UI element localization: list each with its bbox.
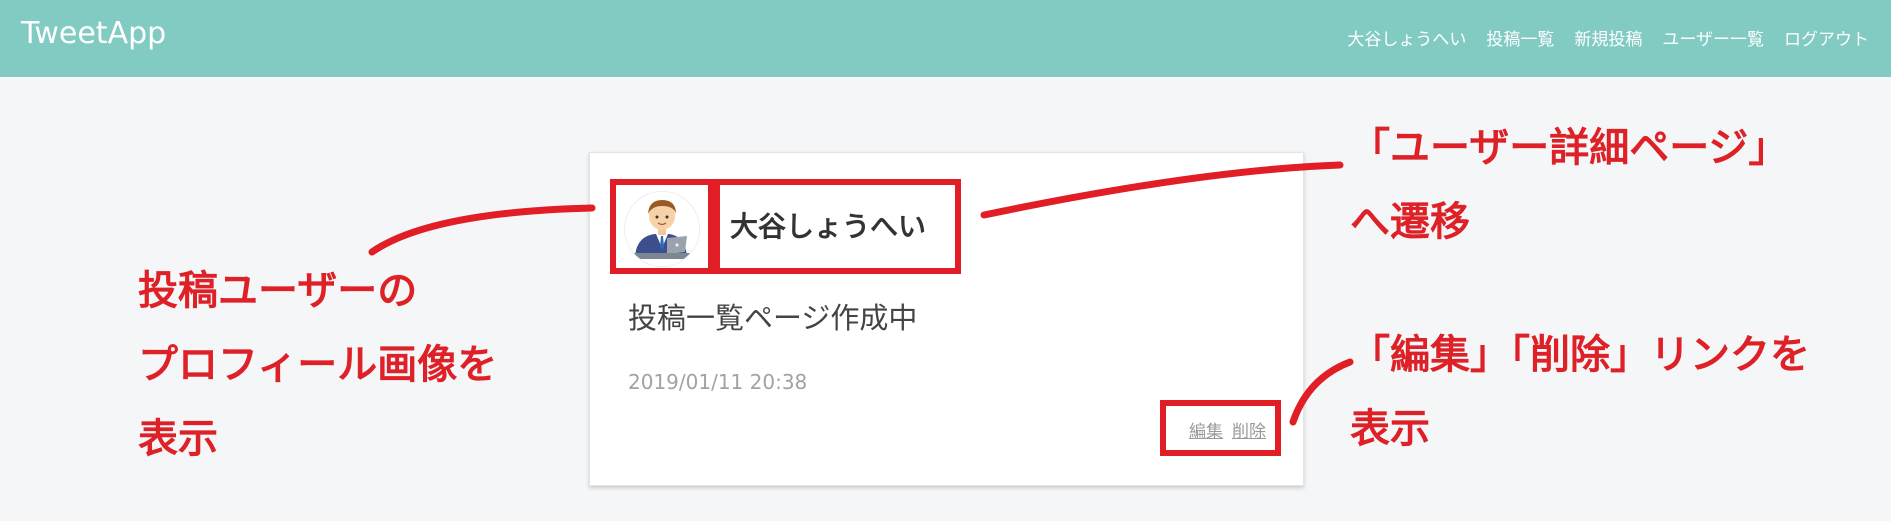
annotation-bottom-right-line-1: 「編集」「削除」リンクを [1350, 332, 1810, 378]
annotation-bottom-right-line-2: 表示 [1350, 406, 1430, 452]
annotation-left-line-1: 投稿ユーザーの [138, 268, 418, 314]
annotation-left-line-3: 表示 [138, 416, 218, 462]
annotation-bottom-right: 「編集」「削除」リンクを 表示 [1350, 318, 1810, 466]
callout-line-avatar [368, 204, 596, 256]
annotation-left-line-2: プロフィール画像を [138, 342, 498, 388]
annotation-top-right-line-1: 「ユーザー詳細ページ」 [1350, 125, 1789, 171]
annotation-left: 投稿ユーザーの プロフィール画像を 表示 [138, 254, 497, 476]
callout-line-username [980, 161, 1344, 219]
annotation-top-right: 「ユーザー詳細ページ」 へ遷移 [1350, 111, 1788, 259]
callout-line-actions [1289, 358, 1354, 426]
annotation-top-right-line-2: へ遷移 [1350, 199, 1470, 245]
